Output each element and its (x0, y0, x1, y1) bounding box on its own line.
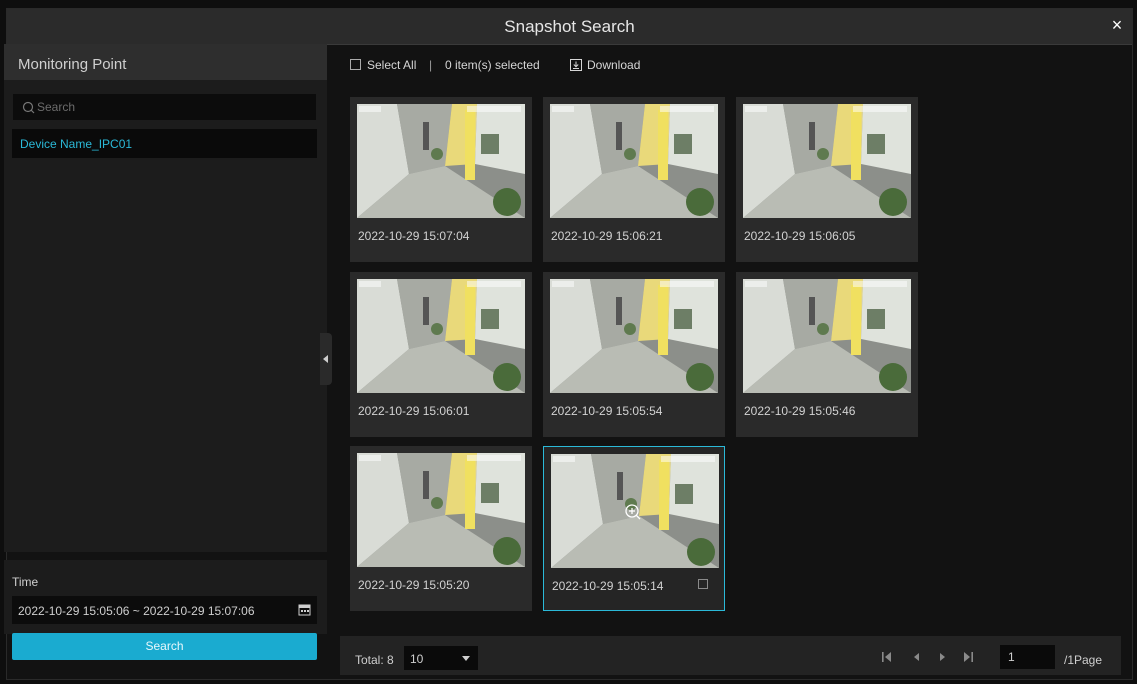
select-all[interactable]: Select All (350, 58, 416, 72)
snapshot-timestamp: 2022-10-29 15:06:05 (744, 229, 856, 243)
snapshot-timestamp: 2022-10-29 15:06:01 (358, 404, 470, 418)
snapshot-card[interactable]: 2022-10-29 15:06:05 (736, 97, 918, 262)
zoom-in-icon[interactable] (624, 503, 642, 521)
collapse-left-icon (323, 355, 328, 363)
device-item[interactable]: Device Name_IPC01 (12, 129, 317, 158)
snapshot-image[interactable] (357, 453, 525, 567)
snapshot-card[interactable]: 2022-10-29 15:05:46 (736, 272, 918, 437)
snapshot-thumbnail (550, 279, 718, 393)
snapshot-timestamp: 2022-10-29 15:05:14 (552, 579, 664, 593)
select-all-checkbox[interactable] (350, 59, 361, 70)
chevron-down-icon (462, 656, 470, 661)
collapse-panel-handle[interactable] (320, 333, 332, 385)
last-page-icon[interactable] (962, 651, 974, 663)
calendar-icon[interactable] (298, 603, 311, 616)
first-page-icon[interactable] (881, 651, 893, 663)
time-panel: Time 2022-10-29 15:05:06 ~ 2022-10-29 15… (4, 560, 327, 634)
download-button[interactable]: Download (570, 58, 640, 72)
snapshot-thumbnail (357, 104, 525, 218)
device-search-input[interactable] (37, 94, 307, 120)
snapshot-timestamp: 2022-10-29 15:07:04 (358, 229, 470, 243)
device-search-box[interactable] (12, 93, 317, 121)
snapshot-checkbox[interactable] (698, 579, 708, 589)
snapshot-image[interactable] (550, 104, 718, 218)
download-label: Download (587, 58, 641, 72)
snapshot-card[interactable]: 2022-10-29 15:06:01 (350, 272, 532, 437)
snapshot-timestamp: 2022-10-29 15:06:21 (551, 229, 663, 243)
snapshot-card[interactable]: 2022-10-29 15:06:21 (543, 97, 725, 262)
snapshot-timestamp: 2022-10-29 15:05:46 (744, 404, 856, 418)
results-toolbar: Select All | 0 item(s) selected Download (342, 58, 662, 78)
page-size-value: 10 (410, 652, 424, 666)
snapshot-thumbnail (357, 279, 525, 393)
download-icon (570, 59, 582, 71)
panel-title: Monitoring Point (4, 44, 327, 80)
time-label: Time (12, 575, 39, 589)
snapshot-thumbnail (550, 104, 718, 218)
next-page-icon[interactable] (937, 651, 949, 663)
snapshot-timestamp: 2022-10-29 15:05:20 (358, 578, 470, 592)
snapshot-card[interactable]: 2022-10-29 15:07:04 (350, 97, 532, 262)
toolbar-separator: | (429, 58, 433, 72)
snapshot-card[interactable]: 2022-10-29 15:05:54 (543, 272, 725, 437)
selected-count: 0 item(s) selected (445, 58, 540, 72)
snapshot-image[interactable] (550, 279, 718, 393)
snapshot-thumbnail (743, 279, 911, 393)
time-range-value: 2022-10-29 15:05:06 ~ 2022-10-29 15:07:0… (18, 604, 255, 618)
window-title: Snapshot Search (504, 17, 635, 36)
previous-page-icon[interactable] (910, 651, 922, 663)
pagination-bar: Total: 8 10 /1Page (340, 636, 1121, 675)
search-button[interactable]: Search (12, 633, 317, 660)
snapshot-timestamp: 2022-10-29 15:05:54 (551, 404, 663, 418)
snapshot-image[interactable] (357, 279, 525, 393)
snapshot-image[interactable] (743, 279, 911, 393)
search-icon (22, 101, 35, 114)
snapshot-thumbnail (357, 453, 525, 567)
monitoring-point-panel: Monitoring Point Device Name_IPC01 (4, 44, 327, 552)
snapshot-card[interactable]: 2022-10-29 15:05:20 (350, 446, 532, 611)
time-range-field[interactable]: 2022-10-29 15:05:06 ~ 2022-10-29 15:07:0… (12, 596, 317, 624)
total-count: Total: 8 (355, 653, 394, 667)
page-count-suffix: /1Page (1064, 653, 1103, 667)
page-size-select[interactable]: 10 (404, 646, 478, 670)
snapshot-thumbnail (743, 104, 911, 218)
title-bar: Snapshot Search × (7, 9, 1132, 45)
snapshot-card[interactable]: 2022-10-29 15:05:14 (543, 446, 725, 611)
snapshot-image[interactable] (357, 104, 525, 218)
page-number-input[interactable] (1000, 645, 1055, 669)
snapshot-image[interactable] (743, 104, 911, 218)
close-icon[interactable]: × (1108, 16, 1126, 34)
select-all-label: Select All (367, 58, 417, 72)
